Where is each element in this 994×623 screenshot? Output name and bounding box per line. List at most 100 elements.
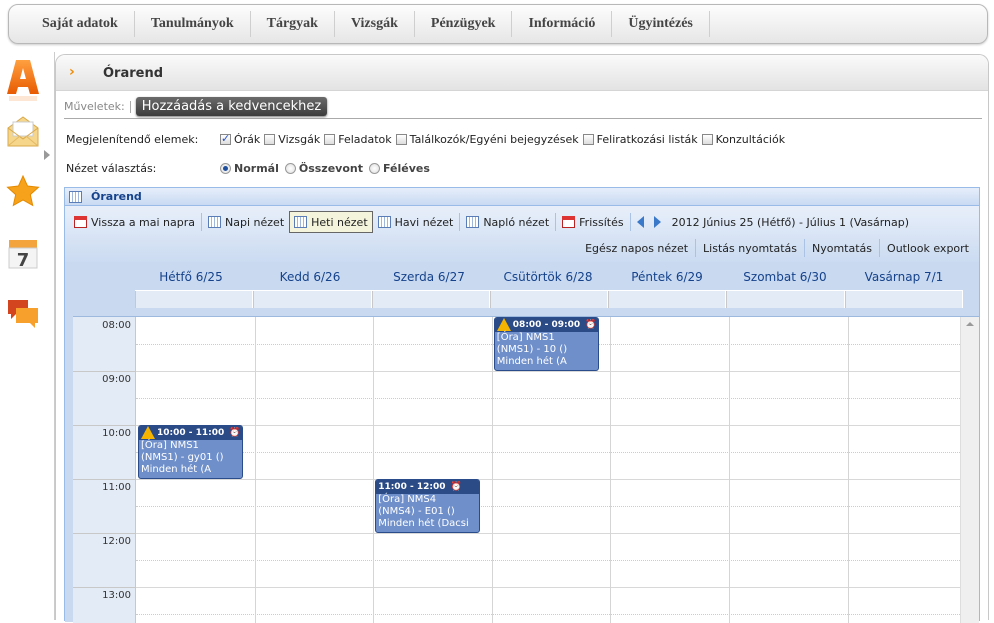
event-time: 08:00 - 09:00 (512, 320, 581, 330)
day-header-thursday[interactable]: Csütörtök 6/28 (489, 270, 607, 284)
radio-feleves-label: Féléves (382, 162, 430, 175)
radio-osszevont-label: Összevont (298, 162, 363, 175)
calendar-icon[interactable]: 7 (6, 237, 40, 277)
timetable-calendar: Órarend Vissza a mai napra Napi nézet He… (64, 187, 980, 623)
operations-label: Műveletek: (64, 100, 125, 113)
vertical-scrollbar[interactable] (960, 317, 979, 623)
hour-divider (73, 479, 136, 480)
event-line2: (NMS4) - E01 () (378, 506, 455, 517)
checkbox-konzultaciok[interactable] (701, 134, 713, 145)
day-column-divider (729, 317, 730, 623)
alarm-clock-icon: ⏰ (585, 320, 597, 330)
outlook-export-button[interactable]: Outlook export (881, 237, 975, 259)
month-view-icon (377, 216, 391, 228)
log-view-button[interactable]: Napló nézet (461, 211, 554, 233)
day-header-friday[interactable]: Péntek 6/29 (608, 270, 726, 284)
checkbox-talalkozok[interactable] (395, 134, 407, 145)
checkbox-vizsgak[interactable] (264, 134, 276, 145)
sidebar-collapse-arrow-icon[interactable] (44, 150, 50, 160)
event-line1: [Óra] NMS4 (378, 494, 437, 505)
all-day-cell[interactable] (253, 291, 372, 308)
checkbox-orak[interactable] (220, 132, 231, 145)
toolbar-separator (629, 213, 631, 231)
menu-informacio[interactable]: Információ (512, 11, 613, 37)
hour-divider (73, 533, 136, 534)
all-day-row (135, 290, 963, 308)
date-range-label: 2012 Június 25 (Hétfő) - Július 1 (Vasár… (671, 215, 910, 229)
hour-label: 09:00 (102, 374, 131, 385)
month-view-button[interactable]: Havi nézet (373, 211, 459, 233)
list-print-button[interactable]: Listás nyomtatás (697, 237, 803, 259)
favorites-star-icon[interactable] (6, 174, 40, 214)
menu-tanulmanyok[interactable]: Tanulmányok (135, 11, 251, 37)
week-view-button[interactable]: Heti nézet (289, 211, 373, 233)
scroll-up-arrow-icon[interactable] (966, 322, 974, 326)
toolbar-separator (555, 213, 557, 231)
week-view-icon (294, 216, 308, 228)
week-view-label: Heti nézet (311, 215, 368, 229)
refresh-icon (562, 216, 576, 228)
toolbar-separator (879, 239, 881, 257)
next-week-icon[interactable] (653, 216, 661, 228)
hour-line (136, 479, 960, 480)
all-day-cell[interactable] (844, 291, 963, 308)
event-time: 10:00 - 11:00 (157, 428, 225, 438)
checkbox-feladatok[interactable] (324, 134, 336, 145)
all-day-cell[interactable] (371, 291, 490, 308)
today-button[interactable]: Vissza a mai napra (69, 211, 200, 233)
event-line3: Minden hét (A (141, 464, 212, 475)
print-button[interactable]: Nyomtatás (806, 237, 878, 259)
previous-week-icon[interactable] (636, 216, 644, 228)
calendar-header: Órarend (65, 188, 979, 206)
toolbar-separator (695, 239, 697, 257)
calendar-title: Órarend (91, 190, 142, 203)
checkbox-konzultaciok-label: Konzultációk (715, 133, 786, 146)
chat-icon[interactable] (6, 296, 40, 336)
warning-icon (496, 318, 511, 331)
half-hour-line (136, 452, 960, 453)
toolbar-separator (804, 239, 805, 257)
all-day-view-button[interactable]: Egész napos nézet (579, 237, 694, 259)
mail-icon[interactable] (6, 114, 40, 154)
time-grid: 08:00 09:00 10:00 11:00 12:00 13:00 08:00 - 0… (65, 316, 979, 623)
day-header-wednesday[interactable]: Szerda 6/27 (370, 270, 488, 284)
menu-penzugyek[interactable]: Pénzügyek (415, 11, 513, 37)
table-icon (69, 190, 82, 203)
operations-separator (129, 100, 131, 113)
day-header-saturday[interactable]: Szombat 6/30 (726, 270, 844, 284)
day-view-button[interactable]: Napi nézet (203, 211, 289, 233)
menu-ugyintezes[interactable]: Ügyintézés (612, 11, 710, 37)
hour-label: 11:00 (102, 482, 131, 493)
event-header: 11:00 - 12:00 ⏰ (376, 480, 480, 494)
radio-feleves[interactable] (368, 163, 380, 174)
operations-bar: Műveletek: Hozzáadás a kedvencekhez (64, 95, 982, 119)
day-header-sunday[interactable]: Vasárnap 7/1 (845, 270, 963, 284)
calendar-event[interactable]: 10:00 - 11:00 ⏰ [Óra] NMS1 (NMS1) - gy01 ()… (138, 425, 243, 479)
add-to-favorites-button[interactable]: Hozzáadás a kedvencekhez (135, 97, 328, 116)
hour-label: 12:00 (102, 536, 131, 547)
menu-targyak[interactable]: Tárgyak (251, 11, 335, 37)
refresh-button[interactable]: Frissítés (557, 211, 628, 233)
alarm-clock-icon: ⏰ (229, 428, 241, 438)
hour-label: 13:00 (102, 590, 131, 601)
calendar-event[interactable]: 08:00 - 09:00 ⏰ [Óra] NMS1 (NMS1) - 10 () Mi… (493, 317, 599, 371)
all-day-cell[interactable] (489, 291, 609, 308)
day-header-tuesday[interactable]: Kedd 6/26 (251, 270, 369, 284)
display-items-label: Megjelenítendő elemek: (66, 133, 199, 146)
radio-osszevont[interactable] (284, 163, 296, 174)
checkbox-feliratkozasi-listak[interactable] (582, 134, 594, 145)
all-day-cell[interactable] (726, 291, 845, 308)
app-logo-icon[interactable] (6, 58, 40, 101)
time-grid-body[interactable]: 08:00 09:00 10:00 11:00 12:00 13:00 08:00 - 0… (73, 316, 979, 623)
all-day-cell[interactable] (135, 291, 254, 308)
calendar-event[interactable]: 11:00 - 12:00 ⏰ [Óra] NMS4 (NMS4) - E01 () M… (375, 479, 481, 533)
day-column-divider (491, 317, 493, 623)
day-header-monday[interactable]: Hétfő 6/25 (132, 270, 250, 284)
all-day-cell[interactable] (608, 291, 727, 308)
radio-normal[interactable] (220, 163, 231, 174)
day-view-label: Napi nézet (225, 215, 285, 229)
view-selector-label: Nézet választás: (66, 162, 157, 175)
menu-vizsgak[interactable]: Vizsgák (335, 11, 415, 37)
menu-sajat-adatok[interactable]: Saját adatok (26, 11, 135, 37)
event-line3: Minden hét (A (496, 356, 567, 367)
